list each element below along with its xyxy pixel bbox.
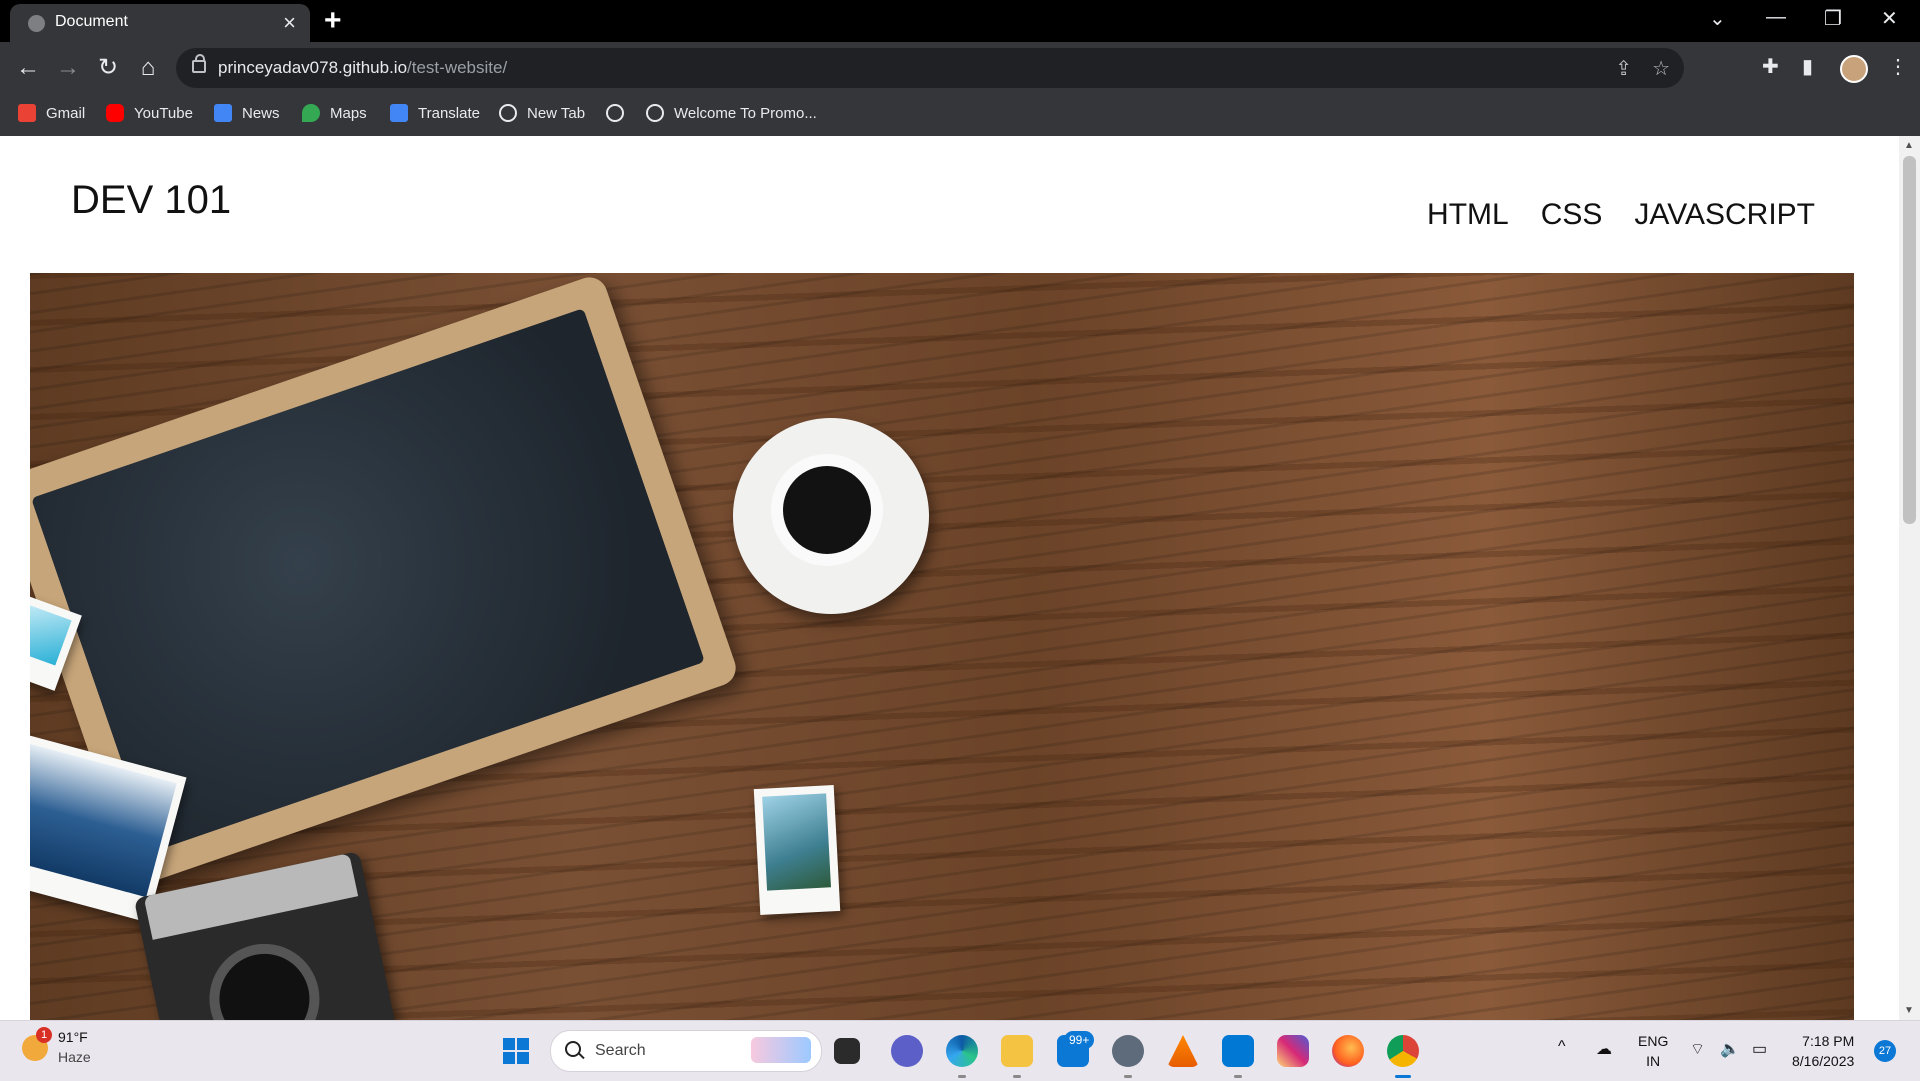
polaroid-photo-image (753, 784, 841, 916)
tab-close-icon[interactable]: × (283, 10, 296, 36)
battery-icon[interactable]: ▭ (1752, 1039, 1767, 1059)
volume-icon[interactable]: 🔈 (1720, 1039, 1740, 1059)
globe-icon (646, 104, 664, 122)
scroll-up-icon[interactable]: ▲ (1904, 140, 1914, 151)
minimize-icon[interactable]: — (1766, 6, 1786, 29)
weather-badge: 1 (36, 1027, 52, 1043)
bookmark-youtube[interactable]: YouTube (106, 104, 193, 122)
globe-icon (499, 104, 517, 122)
coffee-cup-image (733, 418, 929, 614)
windows-start-icon[interactable] (503, 1038, 529, 1064)
nav-link-javascript[interactable]: JAVASCRIPT (1634, 198, 1815, 232)
address-bar[interactable]: princeyadav078.github.io/test-website/ ⇪… (176, 48, 1684, 88)
web-page: DEV 101 HTML CSS JAVASCRIPT (0, 136, 1899, 1020)
url-text[interactable]: princeyadav078.github.io/test-website/ (218, 58, 507, 78)
extensions-icon[interactable]: ✚ (1762, 54, 1779, 79)
bookmark-welcome-promo[interactable]: Welcome To Promo... (646, 104, 817, 122)
notification-badge[interactable]: 27 (1874, 1040, 1896, 1062)
teams-chat-icon[interactable] (891, 1035, 923, 1067)
gmail-icon (18, 104, 36, 122)
browser-titlebar: Document × + ⌄ — ❐ ✕ (0, 0, 1920, 42)
bookmarks-bar: Gmail YouTube News Maps Translate New Ta… (0, 94, 1920, 136)
search-icon (565, 1041, 581, 1057)
forward-icon[interactable]: → (52, 52, 84, 84)
back-icon[interactable]: ← (12, 52, 44, 84)
bookmark-new-tab[interactable]: New Tab (499, 104, 585, 122)
weather-temp: 91°F (58, 1029, 88, 1045)
camera-image (133, 851, 397, 1020)
taskbar-search[interactable]: Search (550, 1030, 822, 1072)
task-view-icon[interactable] (834, 1038, 860, 1064)
scroll-down-icon[interactable]: ▼ (1904, 1005, 1914, 1016)
hero-image (30, 273, 1854, 1020)
lock-icon[interactable] (192, 54, 206, 73)
browser-toolbar: ← → ↻ ⌂ princeyadav078.github.io/test-we… (0, 42, 1920, 94)
bookmark-maps[interactable]: Maps (302, 104, 367, 122)
restore-icon[interactable]: ❐ (1824, 6, 1842, 31)
window-close-icon[interactable]: ✕ (1881, 6, 1898, 31)
menu-kebab-icon[interactable]: ⋮ (1888, 54, 1908, 79)
clock[interactable]: 7:18 PM 8/16/2023 (1792, 1031, 1854, 1071)
onedrive-icon[interactable]: ☁ (1596, 1039, 1612, 1059)
bookmark-gmail[interactable]: Gmail (18, 104, 85, 122)
globe-icon (606, 104, 624, 122)
browser-tab[interactable]: Document × (10, 4, 310, 42)
bookmark-star-icon[interactable]: ☆ (1652, 56, 1670, 81)
profile-avatar[interactable] (1840, 55, 1868, 83)
search-label: Search (595, 1042, 646, 1059)
chrome-icon[interactable] (1387, 1035, 1419, 1078)
tab-search-icon[interactable]: ⌄ (1709, 6, 1726, 31)
page-scrollbar[interactable]: ▲ ▼ (1899, 136, 1920, 1020)
wifi-icon[interactable]: ⌔ (1690, 1039, 1705, 1059)
bookmark-unnamed[interactable] (606, 104, 634, 122)
site-nav: HTML CSS JAVASCRIPT (1427, 198, 1815, 232)
weather-sun-icon: 1 (22, 1027, 52, 1061)
bookmark-news[interactable]: News (214, 104, 280, 122)
edge-icon[interactable] (946, 1035, 978, 1078)
windows-taskbar: 1 91°F Haze Search 99+ ^ ☁ ENG IN ⌔ 🔈 ▭ 7… (0, 1020, 1920, 1081)
weather-widget[interactable]: 1 91°F Haze (22, 1027, 91, 1065)
weather-desc: Haze (58, 1049, 91, 1065)
tray-overflow-icon[interactable]: ^ (1558, 1038, 1566, 1056)
firefox-icon[interactable] (1332, 1035, 1364, 1067)
google-translate-icon (390, 104, 408, 122)
settings-gear-icon[interactable] (1112, 1035, 1144, 1078)
tab-favicon-icon (28, 15, 45, 32)
nav-link-css[interactable]: CSS (1541, 198, 1603, 232)
mail-badge: 99+ (1064, 1031, 1095, 1049)
scrollbar-thumb[interactable] (1903, 156, 1916, 524)
vscode-icon[interactable] (1222, 1035, 1254, 1078)
google-news-icon (214, 104, 232, 122)
side-panel-icon[interactable]: ▮ (1802, 54, 1813, 79)
new-tab-button[interactable]: + (324, 4, 342, 38)
home-icon[interactable]: ⌂ (132, 52, 164, 84)
tab-title: Document (55, 13, 128, 30)
site-logo[interactable]: DEV 101 (71, 178, 231, 223)
reload-icon[interactable]: ↻ (92, 52, 124, 84)
file-explorer-icon[interactable] (1001, 1035, 1033, 1078)
instagram-icon[interactable] (1277, 1035, 1309, 1067)
google-maps-icon (302, 104, 320, 122)
youtube-icon (106, 104, 124, 122)
language-indicator[interactable]: ENG IN (1638, 1031, 1668, 1071)
bookmark-translate[interactable]: Translate (390, 104, 480, 122)
vlc-icon[interactable] (1167, 1035, 1199, 1067)
nav-link-html[interactable]: HTML (1427, 198, 1509, 232)
share-icon[interactable]: ⇪ (1615, 56, 1632, 81)
search-highlight-icon (751, 1037, 811, 1063)
